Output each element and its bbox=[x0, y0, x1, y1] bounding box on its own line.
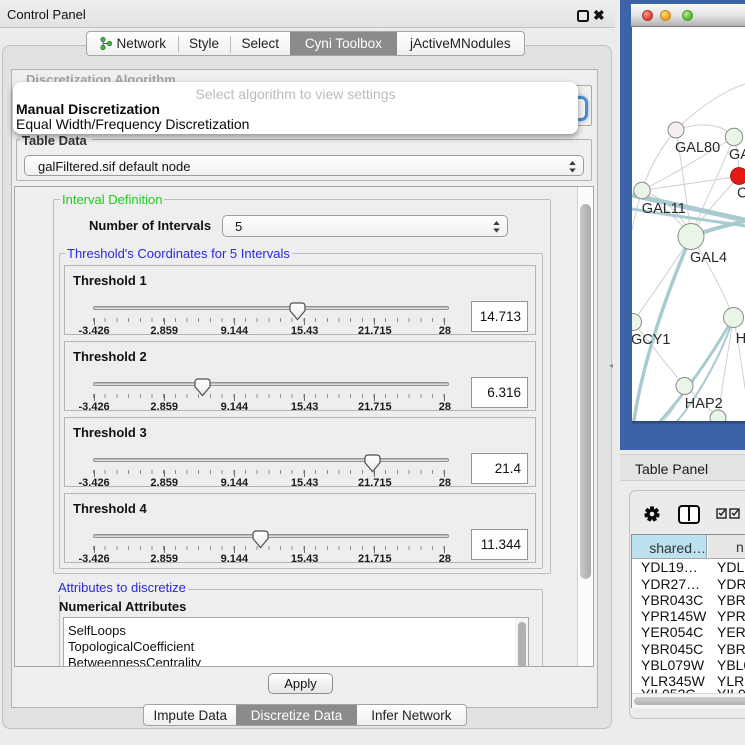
svg-text:GAL80: GAL80 bbox=[675, 140, 720, 156]
svg-text:GCY1: GCY1 bbox=[632, 332, 671, 348]
svg-text:C: C bbox=[737, 186, 745, 202]
svg-text:H: H bbox=[736, 331, 745, 347]
svg-text:HAP2: HAP2 bbox=[685, 396, 723, 412]
svg-text:GA: GA bbox=[729, 147, 745, 163]
svg-text:GAL11: GAL11 bbox=[642, 201, 686, 217]
svg-text:GAL4: GAL4 bbox=[690, 250, 727, 266]
